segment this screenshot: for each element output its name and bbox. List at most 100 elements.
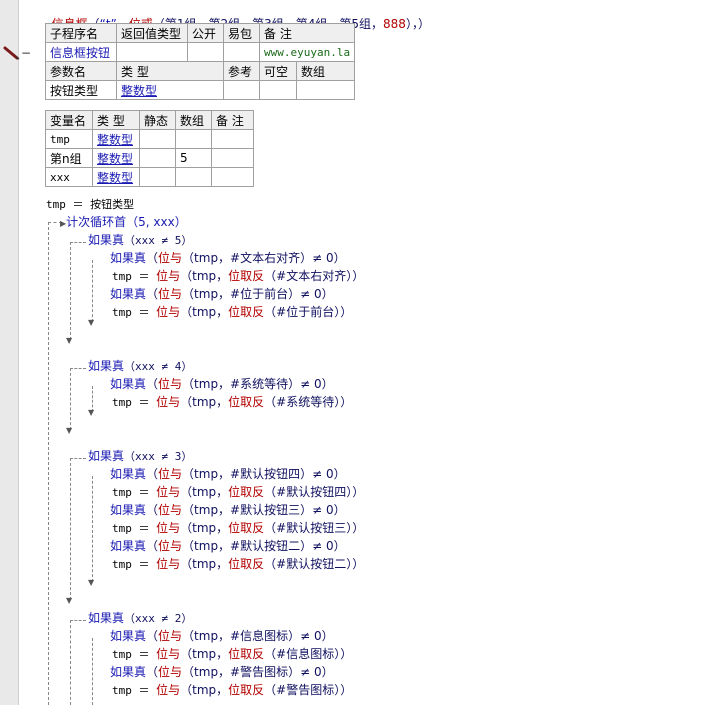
code-line[interactable]: tmp ＝ 位与（tmp，位取反（#默认按钮四）） — [112, 484, 364, 501]
code-line[interactable]: ▶计次循环首（5, xxx） — [60, 214, 187, 230]
code-line[interactable]: 如果真（位与（tmp，#警告图标）≠ 0） — [110, 664, 334, 680]
assign-mid: （tmp， — [180, 305, 229, 319]
if-guide-line — [70, 242, 71, 340]
col-param-array: 数组 — [295, 61, 356, 81]
paren: （ — [146, 665, 159, 679]
code-line[interactable]: tmp ＝ 位与（tmp，位取反（#默认按钮二）） — [112, 556, 364, 573]
code-line[interactable]: tmp ＝ 位与（tmp，位取反（#信息图标）） — [112, 646, 352, 663]
if-keyword: 如果真 — [110, 467, 147, 481]
var-array-cell[interactable]: 5 — [175, 148, 212, 168]
code-line[interactable]: 如果真（位与（tmp，#默认按钮二）≠ 0） — [110, 538, 346, 554]
return-type-cell[interactable] — [116, 42, 188, 62]
bitand-func: 位与 — [156, 485, 181, 499]
assign-arg: （#默认按钮三）） — [264, 521, 365, 535]
var-array-cell[interactable] — [175, 129, 212, 149]
code-line[interactable]: 如果真（xxx ≠ 2） — [88, 610, 192, 627]
assign-stmt: tmp ＝ 按钮类型 — [46, 198, 135, 211]
epkg-cell[interactable] — [223, 42, 260, 62]
code-line[interactable]: tmp ＝ 位与（tmp，位取反（#默认按钮三）） — [112, 520, 364, 537]
sub-name-cell[interactable]: 信息框按钮 — [45, 42, 117, 62]
code-line[interactable]: 如果真（xxx ≠ 5） — [88, 232, 192, 249]
code-line[interactable]: 如果真（位与（tmp，#文本右对齐）≠ 0） — [110, 250, 346, 266]
assign-arg: （#系统等待）） — [264, 395, 353, 409]
var-name-cell[interactable]: xxx — [45, 167, 93, 187]
var-static-cell[interactable] — [139, 148, 176, 168]
table-row[interactable]: 第n组 整数型 5 — [45, 148, 254, 168]
code-line[interactable]: 如果真（xxx ≠ 3） — [88, 448, 192, 465]
if-keyword: 如果真 — [110, 503, 147, 517]
bitnot-func: 位取反 — [228, 269, 265, 283]
assign-mid: （tmp， — [180, 521, 229, 535]
var-static-cell[interactable] — [139, 167, 176, 187]
code-line[interactable]: 如果真（位与（tmp，#默认按钮三）≠ 0） — [110, 502, 346, 518]
param-type-cell[interactable]: 整数型 — [116, 80, 224, 100]
col-return-type: 返回值类型 — [116, 23, 188, 43]
if-guide-tick — [70, 458, 86, 459]
param-nullable-cell[interactable] — [259, 80, 297, 100]
var-array-cell[interactable] — [175, 167, 212, 187]
assign-mid: （tmp， — [180, 269, 229, 283]
var-name-cell[interactable]: 第n组 — [45, 148, 93, 168]
if-cond: （xxx ≠ 3） — [124, 450, 193, 463]
inner-guide-line — [92, 260, 93, 322]
bitnot-func: 位取反 — [228, 647, 265, 661]
var-remark-cell[interactable] — [211, 148, 254, 168]
if-cond: （tmp，#信息图标）≠ 0） — [182, 629, 334, 643]
if-keyword: 如果真 — [110, 377, 147, 391]
var-remark-cell[interactable] — [211, 167, 254, 187]
paren: （ — [146, 467, 159, 481]
assign-lhs: tmp ＝ — [112, 684, 157, 697]
if-keyword: 如果真 — [110, 629, 147, 643]
bitand-func: 位与 — [156, 557, 181, 571]
down-arrow-icon: ▼ — [88, 408, 95, 417]
if-keyword: 如果真 — [110, 251, 147, 265]
code-line[interactable]: tmp ＝ 位与（tmp，位取反（#警告图标）） — [112, 682, 352, 699]
if-keyword: 如果真 — [110, 665, 147, 679]
assign-arg: （#文本右对齐）） — [264, 269, 365, 283]
col-var-remark: 备 注 — [211, 110, 254, 130]
code-line[interactable]: tmp ＝ 按钮类型 — [46, 197, 134, 213]
col-var-type: 类 型 — [92, 110, 140, 130]
code-line[interactable]: tmp ＝ 位与（tmp，位取反（#位于前台）） — [112, 304, 352, 321]
code-line[interactable]: tmp ＝ 位与（tmp，位取反（#系统等待）） — [112, 394, 352, 411]
if-keyword: 如果真 — [110, 287, 147, 301]
table-row[interactable]: tmp 整数型 — [45, 129, 254, 149]
bitnot-func: 位取反 — [228, 395, 265, 409]
if-cond: （tmp，#文本右对齐）≠ 0） — [182, 251, 346, 265]
collapse-toggle-icon[interactable]: − — [21, 46, 31, 60]
var-remark-cell[interactable] — [211, 129, 254, 149]
code-line[interactable]: tmp ＝ 位与（tmp，位取反（#文本右对齐）） — [112, 268, 364, 285]
var-name-cell[interactable]: tmp — [45, 129, 93, 149]
var-type-cell[interactable]: 整数型 — [92, 167, 140, 187]
if-cond: （tmp，#默认按钮四）≠ 0） — [182, 467, 346, 481]
col-param-type: 类 型 — [116, 61, 224, 81]
col-sub-name: 子程序名 — [45, 23, 117, 43]
assign-mid: （tmp， — [180, 485, 229, 499]
remark-cell[interactable]: www.eyuyan.la — [258, 42, 356, 62]
code-line[interactable]: 如果真（xxx ≠ 4） — [88, 358, 192, 375]
paren: （ — [146, 251, 159, 265]
col-param-ref: 参考 — [223, 61, 260, 81]
var-type-cell[interactable]: 整数型 — [92, 129, 140, 149]
var-type-cell[interactable]: 整数型 — [92, 148, 140, 168]
var-static-cell[interactable] — [139, 129, 176, 149]
bitand-func: 位与 — [156, 521, 181, 535]
paren: （ — [146, 629, 159, 643]
paren: （ — [146, 503, 159, 517]
code-line[interactable]: 如果真（位与（tmp，#位于前台）≠ 0） — [110, 286, 334, 302]
if-cond: （xxx ≠ 4） — [124, 360, 193, 373]
table-row[interactable]: xxx 整数型 — [45, 167, 254, 187]
code-line[interactable]: 如果真（位与（tmp，#系统等待）≠ 0） — [110, 376, 334, 392]
param-ref-cell[interactable] — [223, 80, 260, 100]
param-name-cell[interactable]: 按钮类型 — [45, 80, 117, 100]
col-param-nullable: 可空 — [259, 61, 297, 81]
code-line[interactable]: 如果真（位与（tmp，#默认按钮四）≠ 0） — [110, 466, 346, 482]
if-cond: （tmp，#默认按钮三）≠ 0） — [182, 503, 346, 517]
assign-lhs: tmp ＝ — [112, 486, 157, 499]
code-line[interactable]: 如果真（位与（tmp，#信息图标）≠ 0） — [110, 628, 334, 644]
param-array-cell[interactable] — [295, 80, 356, 100]
inner-guide-line — [92, 638, 93, 705]
bitand-func: 位与 — [158, 377, 183, 391]
public-cell[interactable] — [187, 42, 224, 62]
if-cond: （tmp，#默认按钮二）≠ 0） — [182, 539, 346, 553]
